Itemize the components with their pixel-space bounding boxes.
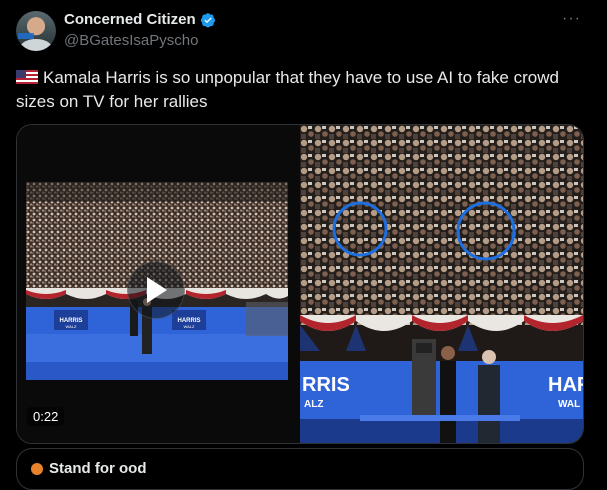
media-attachment[interactable]: HARRIS WALZ HARRIS WALZ 0:22 RRIS ALZ HA…	[16, 124, 584, 444]
display-name[interactable]: Concerned Citizen	[64, 11, 196, 28]
card-icon	[31, 463, 43, 475]
video-frame-left: HARRIS WALZ HARRIS WALZ 0:22	[17, 125, 300, 443]
right-banner-far-sub: WAL	[558, 399, 580, 410]
video-duration: 0:22	[27, 407, 65, 426]
play-icon	[147, 277, 167, 303]
us-flag-icon	[16, 70, 38, 84]
linked-card-preview[interactable]: Stand for ood	[16, 448, 584, 490]
right-banner-sub: ALZ	[304, 399, 323, 410]
tweet-body: Kamala Harris is so unpopular that they …	[16, 68, 559, 111]
avatar-badge	[18, 33, 34, 39]
avatar[interactable]	[16, 11, 56, 51]
right-banner-text: RRIS	[302, 374, 350, 396]
right-banner-far-text: HARR	[548, 374, 583, 396]
more-horizontal-icon[interactable]: ···	[562, 10, 581, 28]
tweet-text: Kamala Harris is so unpopular that they …	[16, 66, 586, 114]
card-label: Stand for ood	[49, 460, 147, 477]
rally-crowd-closeup: RRIS ALZ HARR WAL	[300, 125, 583, 443]
video-frame-right: RRIS ALZ HARR WAL	[300, 125, 583, 443]
left-banner-sub-2: WALZ	[184, 324, 196, 329]
play-button[interactable]	[127, 261, 185, 319]
verified-badge-icon	[200, 12, 215, 27]
avatar-shirt	[20, 39, 52, 51]
author-handle[interactable]: @BGatesIsaPyscho	[64, 32, 198, 49]
author-name-row: Concerned Citizen	[64, 11, 216, 28]
left-banner-sub: WALZ	[66, 324, 78, 329]
